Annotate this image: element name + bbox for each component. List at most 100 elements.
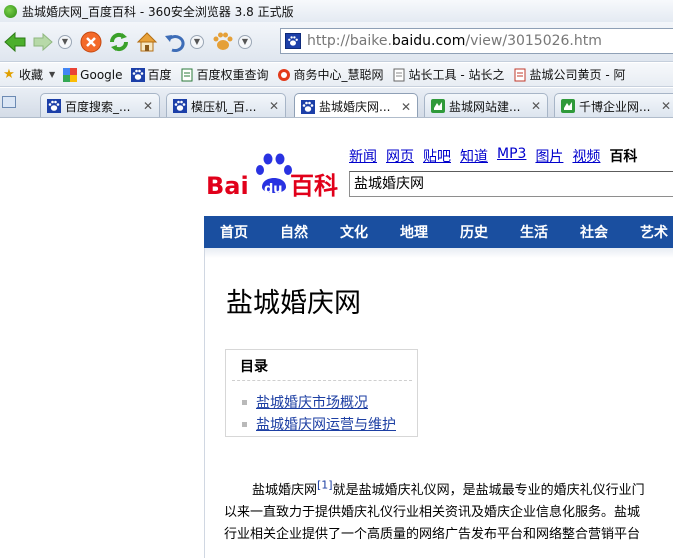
tab-molding-machine[interactable]: 模压机_百... ✕ <box>166 93 286 117</box>
refresh-icon <box>109 32 129 51</box>
bookmark-chinaz[interactable]: 站长工具 - 站长之 <box>392 66 505 83</box>
paragraph-subject: 盐城婚庆网 <box>252 483 318 498</box>
nav-images[interactable]: 图片 <box>535 146 563 166</box>
bookmark-yancheng-yellow-pages[interactable]: 盐城公司黄页 - 阿 <box>513 66 625 83</box>
toc-item[interactable]: 盐城婚庆网运营与维护 <box>242 414 396 434</box>
undo-icon <box>165 34 185 52</box>
category-culture[interactable]: 文化 <box>324 222 384 242</box>
baidu-baike-logo[interactable]: Bai du 百科 <box>206 149 342 200</box>
baidu-paw-icon <box>301 99 315 114</box>
paw-icon <box>213 32 233 50</box>
article-paragraph-line: 行业相关企业提供了一个高质量的网络广告发布平台和网络整合营销平台 <box>224 527 641 542</box>
window-title-bar: 盐城婚庆网_百度百科 - 360安全浏览器 3.8 正式版 <box>0 0 673 22</box>
refresh-button[interactable] <box>106 29 132 55</box>
forward-button[interactable] <box>30 29 56 55</box>
undo-close-button[interactable] <box>162 29 188 55</box>
bookmarks-bar: ★ 收藏 ▼ Google 百度 百度权重查询 商务中心_慧聪网 站长工具 - … <box>0 63 673 87</box>
back-button[interactable] <box>2 29 28 55</box>
baidu-paw-icon <box>130 67 145 82</box>
web-page: Bai du 百科 新闻 网页 贴吧 知道 MP3 图片 视频 百科 盐城婚庆网… <box>0 119 673 558</box>
green-bird-icon <box>431 99 445 113</box>
logo-du-text: du <box>264 182 283 197</box>
category-nature[interactable]: 自然 <box>264 222 324 242</box>
tab-yancheng-website-building[interactable]: 盐城网站建... ✕ <box>424 93 548 117</box>
bookmark-favorites[interactable]: ★ 收藏 ▼ <box>2 66 55 83</box>
tab-qianbo-enterprise[interactable]: 千博企业网... ✕ <box>554 93 673 117</box>
category-history[interactable]: 历史 <box>444 222 504 242</box>
star-icon: ★ <box>3 67 15 82</box>
baidu-paw-icon <box>173 99 187 113</box>
toc-heading: 目录 <box>240 359 268 375</box>
article-paragraph-line: 盐城婚庆网[1]就是盐城婚庆礼仪网，是盐城最专业的婚庆礼仪行业门 <box>252 480 645 498</box>
nav-web[interactable]: 网页 <box>386 146 414 166</box>
logo-bai-text: Bai <box>206 172 249 199</box>
tab-baidu-search[interactable]: 百度搜索_... ✕ <box>40 93 160 117</box>
site-favicon-icon <box>285 33 301 49</box>
tab-yancheng-wedding[interactable]: 盐城婚庆网... ✕ <box>294 93 418 117</box>
navigation-toolbar: ▼ ▼ ▼ http://baike. baidu.com/view/301502… <box>0 22 673 62</box>
bookmark-huicong[interactable]: 商务中心_慧聪网 <box>277 66 384 83</box>
category-nav-bar: 首页 自然 文化 地理 历史 生活 社会 艺术 <box>204 216 673 248</box>
nav-news[interactable]: 新闻 <box>349 146 377 166</box>
reference-link[interactable]: [1] <box>317 480 333 492</box>
close-icon[interactable]: ✕ <box>141 99 155 113</box>
logo-baike-text: 百科 <box>290 172 338 199</box>
tab-strip: 百度搜索_... ✕ 模压机_百... ✕ 盐城婚庆网... ✕ 盐城网站建..… <box>0 88 673 118</box>
bookmark-google[interactable]: Google <box>63 67 123 82</box>
bookmark-baidu-weight[interactable]: 百度权重查询 <box>180 66 269 83</box>
address-bar[interactable]: http://baike. baidu.com/view/3015026.htm <box>280 28 673 54</box>
content-left-border <box>204 248 205 558</box>
home-icon <box>136 31 158 51</box>
article-title: 盐城婚庆网 <box>226 288 361 319</box>
close-icon[interactable]: ✕ <box>267 99 281 113</box>
forward-arrow-icon <box>33 32 53 51</box>
page-icon <box>180 68 194 82</box>
sidebar-toggle-icon[interactable] <box>2 96 16 108</box>
nav-video[interactable]: 视频 <box>572 146 600 166</box>
window-title: 盐城婚庆网_百度百科 - 360安全浏览器 3.8 正式版 <box>22 4 294 19</box>
bullet-icon <box>242 421 247 427</box>
stop-icon <box>80 31 102 52</box>
category-life[interactable]: 生活 <box>504 222 564 242</box>
page-icon <box>392 68 406 82</box>
url-domain: baidu.com <box>391 33 466 49</box>
category-bar-shadow <box>204 248 673 258</box>
stop-button[interactable] <box>78 29 104 55</box>
chevron-down-icon[interactable]: ▼ <box>49 70 55 79</box>
toc-item[interactable]: 盐城婚庆市场概况 <box>242 392 368 412</box>
page-icon <box>513 68 527 82</box>
nav-baike-current: 百科 <box>609 149 638 165</box>
bookmark-baidu[interactable]: 百度 <box>130 66 172 83</box>
nav-mp3[interactable]: MP3 <box>497 146 526 166</box>
product-nav: 新闻 网页 贴吧 知道 MP3 图片 视频 百科 <box>349 146 637 166</box>
close-icon[interactable]: ✕ <box>659 99 673 113</box>
extensions-button[interactable] <box>210 29 236 55</box>
nav-tieba[interactable]: 贴吧 <box>423 146 451 166</box>
extensions-dropdown-icon[interactable]: ▼ <box>238 34 252 49</box>
close-icon[interactable]: ✕ <box>529 99 543 113</box>
article-paragraph-line: 以来一直致力于提供婚庆礼仪行业相关资讯及婚庆企业信息化服务。盐城 <box>224 505 641 520</box>
category-geography[interactable]: 地理 <box>384 222 444 242</box>
green-bird-icon <box>561 99 575 113</box>
category-society[interactable]: 社会 <box>564 222 624 242</box>
toc-link-operation[interactable]: 盐城婚庆网运营与维护 <box>256 414 396 434</box>
home-button[interactable] <box>134 29 160 55</box>
category-art[interactable]: 艺术 <box>624 222 673 242</box>
nav-zhidao[interactable]: 知道 <box>460 146 488 166</box>
url-prefix: http://baike. <box>307 33 392 49</box>
url-path: /view/3015026.htm <box>465 33 602 49</box>
close-icon[interactable]: ✕ <box>399 100 413 114</box>
bullet-icon <box>242 399 247 405</box>
hc-icon <box>277 68 291 82</box>
back-arrow-icon <box>4 31 26 52</box>
category-home[interactable]: 首页 <box>204 222 264 242</box>
baidu-paw-icon <box>47 99 61 113</box>
undo-dropdown-icon[interactable]: ▼ <box>190 34 204 49</box>
search-input[interactable]: 盐城婚庆网 <box>349 171 673 197</box>
browser-logo-icon <box>4 4 17 18</box>
toc-divider <box>232 380 412 381</box>
history-dropdown-icon[interactable]: ▼ <box>58 34 72 49</box>
table-of-contents: 目录 盐城婚庆市场概况 盐城婚庆网运营与维护 <box>225 349 418 437</box>
toc-link-market-overview[interactable]: 盐城婚庆市场概况 <box>256 392 368 412</box>
google-icon <box>63 67 78 82</box>
